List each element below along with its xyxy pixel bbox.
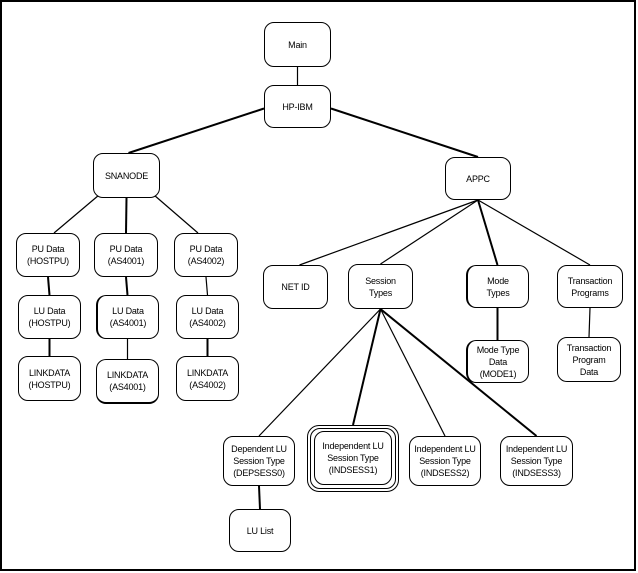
edge-snanode-to-pu_hostpu [53, 194, 100, 234]
node-appc[interactable]: APPC [445, 157, 511, 200]
node-pu-data-as4002[interactable]: PU Data (AS4002) [174, 233, 238, 277]
node-mode-type-data[interactable]: Mode Type Data (MODE1) [466, 340, 529, 383]
edge-session_types-to-depsess0 [258, 308, 381, 437]
node-independent-lu-session-indsess2[interactable]: Independent LU Session Type (INDSESS2) [409, 436, 481, 486]
node-dependent-lu-session-depsess0[interactable]: Dependent LU Session Type (DEPSESS0) [223, 436, 295, 486]
node-linkdata-as4002[interactable]: LINKDATA (AS4002) [176, 356, 239, 401]
node-main[interactable]: Main [264, 22, 331, 67]
node-net-id[interactable]: NET ID [263, 265, 328, 309]
edge-appc-to-netid [299, 199, 479, 266]
edge-pu_as4001-to-lu_as4001 [125, 276, 129, 296]
node-lu-data-hostpu[interactable]: LU Data (HOSTPU) [18, 295, 81, 339]
node-transaction-program-data[interactable]: Transaction Program Data [557, 337, 621, 382]
edge-pu_as4002-to-lu_as4002 [205, 276, 209, 296]
node-hp-ibm[interactable]: HP-IBM [264, 85, 331, 128]
node-pu-data-hostpu[interactable]: PU Data (HOSTPU) [16, 233, 80, 277]
node-linkdata-hostpu[interactable]: LINKDATA (HOSTPU) [18, 356, 81, 401]
edge-pu_hostpu-to-lu_hostpu [47, 276, 51, 296]
edge-session_types-to-indsess1 [352, 308, 382, 426]
node-independent-lu-session-indsess3[interactable]: Independent LU Session Type (INDSESS3) [500, 436, 573, 486]
node-independent-lu-session-indsess1[interactable]: Independent LU Session Type (INDSESS1) [314, 431, 392, 485]
node-transaction-programs[interactable]: Transaction Programs [557, 265, 623, 308]
edge-hpibm-to-appc [330, 107, 479, 158]
node-lu-list[interactable]: LU List [229, 509, 291, 552]
edge-session_types-to-indsess2 [379, 308, 446, 437]
edge-snanode-to-pu_as4001 [125, 197, 128, 234]
node-lu-data-as4001[interactable]: LU Data (AS4001) [96, 295, 159, 339]
node-pu-data-as4001[interactable]: PU Data (AS4001) [94, 233, 158, 277]
edge-depsess0-to-lu_list [258, 485, 261, 510]
node-mode-types[interactable]: Mode Types [466, 265, 529, 308]
edge-appc-to-session_types [380, 199, 479, 265]
edge-tp-to-tp_data [588, 307, 591, 338]
node-lu-data-as4002[interactable]: LU Data (AS4002) [176, 295, 239, 339]
node-session-types[interactable]: Session Types [348, 264, 413, 309]
node-snanode[interactable]: SNANODE [93, 153, 160, 198]
edge-hpibm-to-snanode [128, 107, 265, 154]
node-linkdata-as4001[interactable]: LINKDATA (AS4001) [96, 359, 159, 404]
edge-snanode-to-pu_as4002 [153, 194, 199, 234]
